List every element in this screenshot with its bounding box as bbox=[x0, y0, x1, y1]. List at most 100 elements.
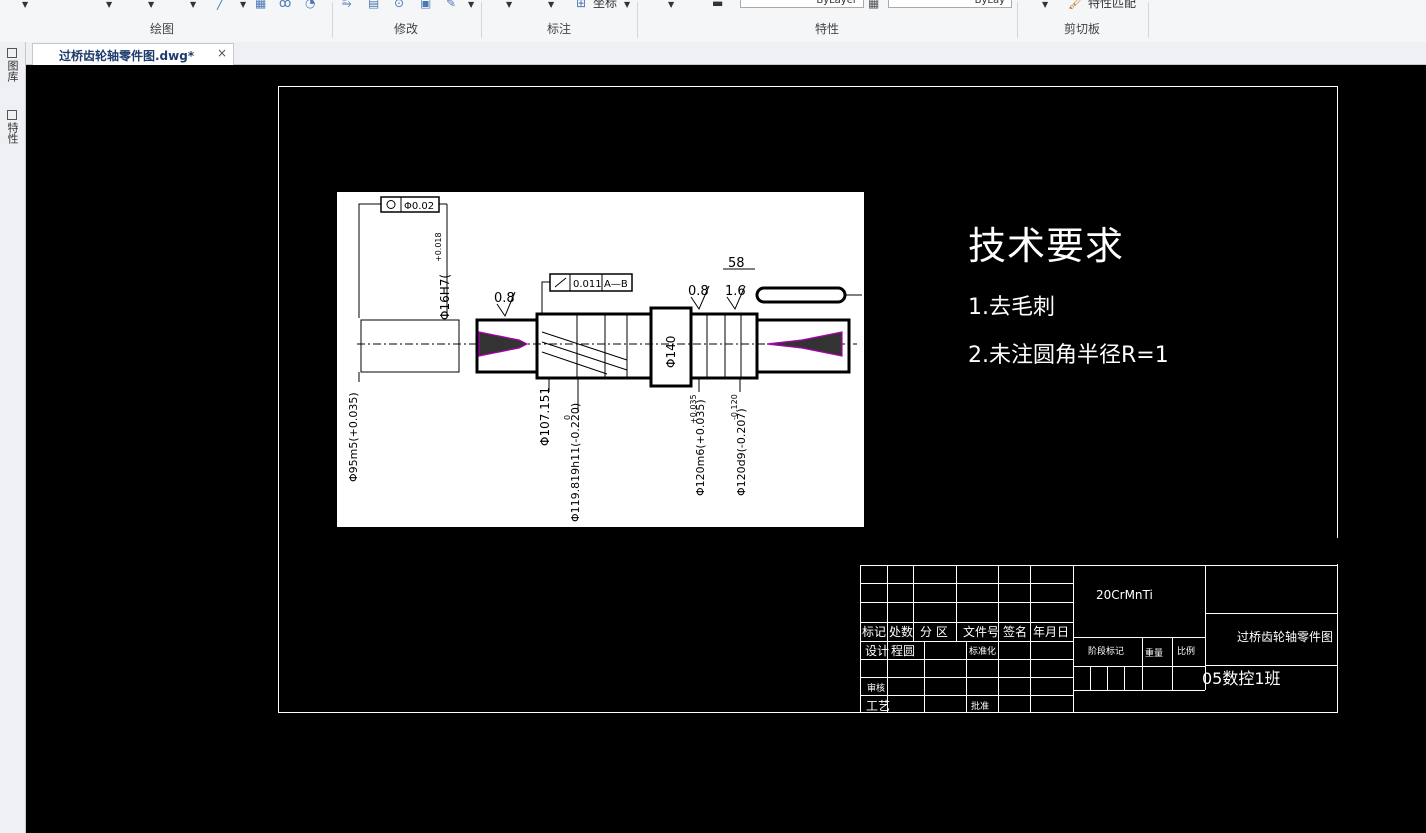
tb-process-label: 工艺 bbox=[866, 699, 891, 713]
sidebar-tab-label: 图库 bbox=[6, 60, 19, 82]
panel-separator bbox=[332, 2, 333, 38]
panel-label-draw: 绘图 bbox=[150, 22, 175, 36]
tb-border bbox=[860, 565, 1338, 566]
tb-approve-label: 批准 bbox=[971, 702, 990, 712]
region-tool-icon[interactable]: ◔ bbox=[305, 0, 315, 10]
rotate-tool-icon[interactable]: ⊙ bbox=[394, 0, 404, 10]
left-side-panel: 图库 特性 bbox=[0, 42, 26, 833]
tb-grid-line bbox=[1073, 690, 1205, 691]
tb-review-label: 审核 bbox=[867, 684, 886, 694]
properties-icon bbox=[7, 110, 17, 120]
document-tab-strip: 过桥齿轮轴零件图.dwg* × bbox=[26, 42, 1426, 65]
sidebar-tab-label: 特性 bbox=[6, 122, 19, 144]
dim-d120d: Φ120d9(-0.207) bbox=[735, 408, 748, 496]
tb-grid-line bbox=[1073, 666, 1205, 667]
tb-weight-label: 重量 bbox=[1145, 649, 1164, 659]
panel-label-properties: 特性 bbox=[815, 22, 840, 36]
panel-separator bbox=[481, 2, 482, 38]
tb-header-mark: 标记 bbox=[862, 625, 887, 639]
document-tab[interactable]: 过桥齿轮轴零件图.dwg* × bbox=[32, 43, 234, 65]
dropdown-arrow-icon[interactable]: ▼ bbox=[468, 0, 474, 9]
tb-grid-line bbox=[1205, 613, 1338, 614]
roughness-1: 0.8 bbox=[494, 291, 515, 306]
dropdown-arrow-icon[interactable]: ▼ bbox=[22, 0, 28, 9]
panel-label-modify: 修改 bbox=[394, 22, 419, 36]
hatch-tool-icon[interactable]: ▦ bbox=[255, 0, 266, 10]
dropdown-arrow-icon[interactable]: ▼ bbox=[668, 0, 674, 9]
sidebar-tab-properties[interactable]: 特性 bbox=[4, 110, 20, 144]
match-properties-button[interactable]: 特性匹配 bbox=[1088, 0, 1136, 11]
tb-grid-line bbox=[860, 695, 1073, 696]
tb-grid-line bbox=[860, 677, 1073, 678]
tb-scale-label: 比例 bbox=[1177, 647, 1196, 657]
tb-grid-line bbox=[913, 565, 914, 641]
dim-d95: Φ95m5(+0.035) bbox=[347, 392, 360, 482]
tb-standardize-label: 标准化 bbox=[969, 647, 997, 657]
tb-grid-line bbox=[1142, 637, 1143, 690]
tb-grid-line bbox=[1030, 565, 1031, 713]
line-tool-icon[interactable]: ╱ bbox=[217, 0, 224, 10]
runout-tolerance-value: 0.011 bbox=[573, 279, 602, 290]
library-icon bbox=[7, 48, 17, 58]
edit-tool-icon[interactable]: ✎ bbox=[446, 0, 456, 10]
tb-border bbox=[1337, 565, 1338, 713]
copy-tool-icon[interactable]: ▤ bbox=[368, 0, 379, 10]
title-block: 20CrMnTi 过桥齿轮轴零件图 05数控1班 标记 处数 分 区 文件号 签… bbox=[860, 565, 1338, 713]
array-tool-icon[interactable]: ▣ bbox=[420, 0, 431, 10]
tb-grid-line bbox=[887, 565, 888, 713]
tb-grid-line bbox=[1090, 666, 1091, 690]
dropdown-arrow-icon[interactable]: ▼ bbox=[624, 0, 630, 9]
dim-d107: Φ107.151 bbox=[538, 387, 552, 446]
tb-grid-line bbox=[956, 565, 957, 641]
dropdown-arrow-icon[interactable]: ▼ bbox=[148, 0, 154, 9]
frame-gap bbox=[1336, 538, 1340, 564]
dropdown-arrow-icon[interactable]: ▼ bbox=[106, 0, 112, 9]
tb-grid-line bbox=[1124, 666, 1125, 690]
tb-header-sign: 签名 bbox=[1003, 625, 1028, 639]
tb-grid-line bbox=[1073, 637, 1205, 638]
tech-requirement-item: 1.去毛刺 bbox=[968, 295, 1055, 320]
stretch-tool-icon[interactable]: ⥱ bbox=[342, 0, 352, 11]
tb-class-name: 05数控1班 bbox=[1202, 669, 1281, 688]
dim-d120m-up: +0.035 bbox=[689, 394, 698, 424]
tech-requirements-title: 技术要求 bbox=[968, 224, 1125, 268]
panel-separator bbox=[1148, 2, 1149, 38]
lineweight-icon[interactable]: ▬ bbox=[712, 0, 723, 10]
panel-label-clipboard: 剪切板 bbox=[1064, 22, 1101, 36]
panel-separator bbox=[1017, 2, 1018, 38]
coordinate-button[interactable]: 坐标 bbox=[593, 0, 617, 11]
panel-label-dimension: 标注 bbox=[547, 22, 572, 36]
lineweight-select[interactable]: ByLay bbox=[888, 0, 1012, 8]
dim-d120d-up: -0.120 bbox=[730, 394, 739, 420]
tb-grid-line bbox=[860, 659, 1073, 660]
tb-grid-line bbox=[860, 602, 1073, 603]
dropdown-arrow-icon[interactable]: ▼ bbox=[548, 0, 554, 9]
shaft-drawing-svg: Φ0.02 0.011 A—B 0.8 0.8 1.6 58 Φ16H7( +0… bbox=[347, 196, 862, 522]
linetype-select[interactable]: ByLayer bbox=[740, 0, 864, 8]
tb-header-date: 年月日 bbox=[1033, 625, 1070, 639]
tb-designer: 程圆 bbox=[891, 644, 916, 658]
dim-d119-up: 0 bbox=[563, 415, 572, 420]
close-icon[interactable]: × bbox=[217, 46, 227, 60]
linetype-icon[interactable]: ▦ bbox=[868, 0, 879, 10]
document-tab-title: 过桥齿轮轴零件图.dwg* bbox=[59, 49, 195, 63]
tb-header-fileno: 文件号 bbox=[963, 625, 1000, 639]
match-properties-icon[interactable]: 🖌 bbox=[1068, 0, 1083, 10]
group-tool-icon[interactable]: ꝏ bbox=[279, 0, 291, 10]
tb-stage-mark-label: 阶段标记 bbox=[1088, 647, 1125, 657]
dim-d16-tol: +0.018 bbox=[434, 232, 443, 262]
tb-border bbox=[860, 565, 861, 713]
dropdown-arrow-icon[interactable]: ▼ bbox=[506, 0, 512, 9]
shaft-drawing-image[interactable]: Φ0.02 0.011 A—B 0.8 0.8 1.6 58 Φ16H7( +0… bbox=[337, 192, 864, 527]
sidebar-tab-library[interactable]: 图库 bbox=[4, 48, 20, 82]
tb-grid-line bbox=[1107, 666, 1108, 690]
runout-datum-ref: A—B bbox=[604, 279, 628, 290]
dropdown-arrow-icon[interactable]: ▼ bbox=[240, 0, 246, 9]
dim-d16: Φ16H7( bbox=[438, 274, 452, 320]
dropdown-arrow-icon[interactable]: ▼ bbox=[190, 0, 196, 9]
tb-drawing-name: 过桥齿轮轴零件图 bbox=[1237, 630, 1334, 644]
position-tolerance-value: Φ0.02 bbox=[404, 201, 434, 212]
dropdown-arrow-icon[interactable]: ▼ bbox=[1042, 0, 1048, 9]
coordinate-icon[interactable]: ⊞ bbox=[576, 0, 586, 10]
tb-grid-line bbox=[860, 583, 1073, 584]
